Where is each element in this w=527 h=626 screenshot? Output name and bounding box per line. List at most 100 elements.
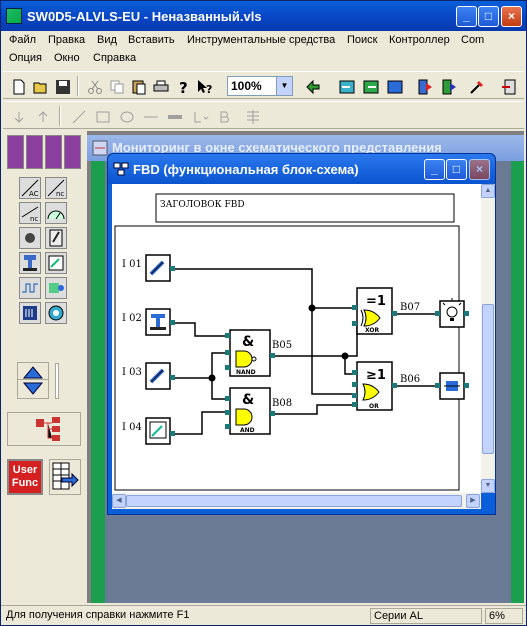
save-button[interactable]: [51, 75, 73, 97]
new-file-button[interactable]: [7, 75, 29, 97]
output-relay[interactable]: [435, 372, 469, 400]
exit-button[interactable]: [497, 75, 519, 97]
scroll-down-arrow-icon[interactable]: ▼: [481, 479, 495, 493]
hline-tool-button[interactable]: [139, 105, 161, 127]
menu-tools[interactable]: Инструментальные средства: [187, 34, 335, 46]
zoom-select[interactable]: 100% ▼: [227, 76, 293, 96]
context-help-button[interactable]: ?: [193, 75, 215, 97]
palette-user-tab[interactable]: [64, 135, 81, 169]
fbd-minimize-button[interactable]: _: [424, 159, 445, 180]
ac-input-block[interactable]: AC: [19, 177, 41, 199]
fbd-canvas[interactable]: ЗАГОЛОВОК FBD I 01 I 02 I 03 I 04 & NAND…: [112, 184, 481, 493]
menu-window[interactable]: Окно: [54, 52, 80, 64]
menu-row-2: Опция Окно Справка: [1, 49, 526, 67]
thick-line-button[interactable]: [163, 105, 185, 127]
svg-text:AC: AC: [29, 190, 39, 198]
scroll-down-button[interactable]: [17, 379, 49, 399]
and-block[interactable]: & AND B08: [225, 387, 292, 435]
nand-block[interactable]: & NAND B05: [225, 329, 292, 377]
printer-icon: [153, 80, 169, 92]
switch-input-block[interactable]: [45, 227, 67, 249]
dc-input-block[interactable]: nc: [45, 177, 67, 199]
user-function-button[interactable]: User Func: [7, 459, 43, 495]
menu-option[interactable]: Опция: [9, 52, 42, 64]
nand-type: NAND: [236, 369, 256, 376]
simulation-button[interactable]: [465, 75, 487, 97]
circle-icon: [25, 233, 35, 243]
transfer-button[interactable]: [301, 75, 323, 97]
write-button[interactable]: [359, 75, 381, 97]
vertical-scroll-thumb[interactable]: [482, 304, 494, 454]
menu-com[interactable]: Com: [461, 34, 484, 46]
fbd-vertical-scrollbar[interactable]: ▲ ▼: [481, 184, 495, 493]
menu-help[interactable]: Справка: [93, 52, 136, 64]
app-icon: [6, 8, 22, 24]
drawing-toolbar: [3, 101, 524, 129]
chevron-down-icon[interactable]: ▼: [276, 77, 292, 95]
palette-input-tab[interactable]: [7, 135, 24, 169]
sensor-input-block[interactable]: [19, 252, 41, 274]
palette-output-tab[interactable]: [45, 135, 62, 169]
palette-scroll-track[interactable]: [55, 363, 59, 399]
print-button[interactable]: [149, 75, 171, 97]
level-input-block[interactable]: [45, 252, 67, 274]
monitor-start-button[interactable]: [413, 75, 435, 97]
toolbar-separator: [59, 106, 61, 126]
copy-button[interactable]: [105, 75, 127, 97]
monitor-stop-button[interactable]: [437, 75, 459, 97]
help-button[interactable]: ?: [171, 75, 193, 97]
menu-insert[interactable]: Вставить: [128, 34, 175, 46]
scroll-right-arrow-icon[interactable]: ▶: [466, 494, 480, 508]
verify-button[interactable]: [383, 75, 405, 97]
user-function-export-button[interactable]: [49, 459, 81, 495]
ellipse-tool-button[interactable]: [115, 105, 137, 127]
fbd-close-button[interactable]: ×: [469, 159, 490, 180]
close-button[interactable]: ×: [501, 6, 522, 27]
main-toolbar: ? ? 100% ▼: [3, 71, 524, 99]
module-input-block[interactable]: [19, 302, 41, 324]
send-back-button[interactable]: [7, 105, 29, 127]
network-input-block[interactable]: [45, 302, 67, 324]
maximize-button[interactable]: □: [478, 6, 499, 27]
table-export-icon: [52, 462, 79, 490]
analog-input-block[interactable]: [45, 202, 67, 224]
input-i04[interactable]: I 04: [122, 417, 175, 445]
extension-input-block[interactable]: [45, 277, 67, 299]
module-icon: [23, 306, 37, 320]
scroll-up-arrow-icon[interactable]: ▲: [481, 184, 495, 198]
read-button[interactable]: [335, 75, 357, 97]
nc-input-block[interactable]: nc: [19, 202, 41, 224]
new-file-icon: [13, 79, 25, 95]
ellipse-icon: [120, 111, 134, 123]
border-style-button[interactable]: [215, 105, 237, 127]
menu-search[interactable]: Поиск: [347, 34, 377, 46]
fbd-horizontal-scrollbar[interactable]: ◀ ▶: [112, 493, 481, 509]
input-i02[interactable]: I 02: [122, 308, 175, 336]
input-i01[interactable]: I 01: [122, 254, 175, 282]
xor-block[interactable]: =1 XOR B07: [352, 287, 420, 335]
input-i03[interactable]: I 03: [122, 362, 175, 390]
palette-logic-tab[interactable]: [26, 135, 43, 169]
minimize-button[interactable]: _: [456, 6, 477, 27]
cut-button[interactable]: [83, 75, 105, 97]
menu-edit[interactable]: Правка: [48, 34, 85, 46]
key-input-block[interactable]: [19, 227, 41, 249]
menu-file[interactable]: Файл: [9, 34, 36, 46]
line-tool-button[interactable]: [67, 105, 89, 127]
menu-controller[interactable]: Контроллер: [389, 34, 450, 46]
horizontal-scroll-thumb[interactable]: [126, 495, 462, 507]
function-block-list-button[interactable]: [7, 412, 81, 446]
fbd-maximize-button[interactable]: □: [446, 159, 467, 180]
menu-view[interactable]: Вид: [97, 34, 117, 46]
align-button[interactable]: [241, 105, 263, 127]
green-arrow-icon: [306, 79, 320, 95]
pulse-input-block[interactable]: [19, 277, 41, 299]
rectangle-tool-button[interactable]: [91, 105, 113, 127]
scroll-left-arrow-icon[interactable]: ◀: [112, 494, 126, 508]
line-style-button[interactable]: [189, 105, 211, 127]
paste-button[interactable]: [127, 75, 149, 97]
open-file-button[interactable]: [29, 75, 51, 97]
bring-front-button[interactable]: [31, 105, 53, 127]
output-lamp[interactable]: [435, 298, 469, 328]
user-function-line1: User: [12, 464, 38, 476]
